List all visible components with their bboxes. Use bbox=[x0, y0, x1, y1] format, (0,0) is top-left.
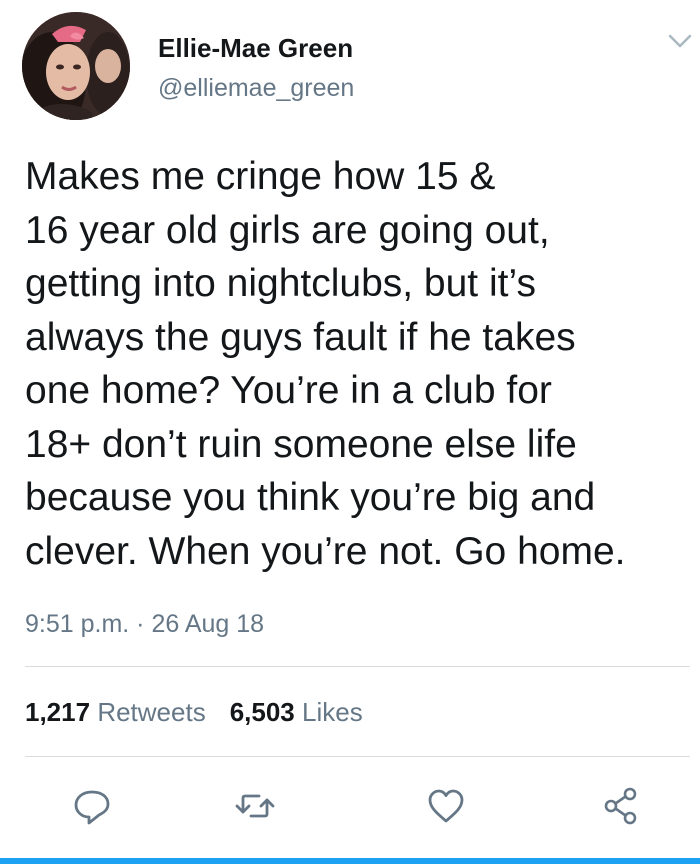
avatar[interactable] bbox=[22, 12, 130, 120]
retweets-label: Retweets bbox=[97, 697, 206, 727]
tweet-text-line: one home? You’re in a club for bbox=[25, 369, 552, 412]
tweet-text-line: always the guys fault if he takes bbox=[25, 315, 576, 359]
share-icon[interactable] bbox=[600, 784, 644, 828]
divider bbox=[25, 666, 690, 667]
user-handle[interactable]: @elliemae_green bbox=[158, 74, 354, 103]
timestamp-separator: · bbox=[129, 610, 152, 638]
heart-icon[interactable] bbox=[424, 784, 468, 828]
tweet-text-line: getting into nightclubs, but it’s bbox=[25, 262, 536, 305]
likes-count: 6,503 bbox=[229, 697, 295, 727]
tweet-time: 9:51 p.m. bbox=[25, 610, 130, 638]
reply-icon[interactable] bbox=[70, 784, 114, 828]
likes-stat[interactable]: 6,503 Likes bbox=[230, 697, 363, 727]
retweets-count: 1,217 bbox=[25, 697, 91, 727]
tweet-text-line: Makes me cringe how 15 & bbox=[25, 155, 496, 198]
tweet-text: Makes me cringe how 15 & 16 year old gir… bbox=[25, 150, 690, 578]
tweet-text-line: 16 year old girls are going out, bbox=[25, 208, 550, 252]
engagement-stats: 1,217 Retweets 6,503 Likes bbox=[25, 697, 363, 728]
tweet-text-line: clever. When you’re not. Go home. bbox=[25, 529, 626, 573]
divider bbox=[25, 756, 690, 757]
tweet-timestamp[interactable]: 9:51 p.m. · 26 Aug 18 bbox=[25, 610, 264, 639]
tweet-text-line: 18+ don’t ruin someone else life bbox=[25, 422, 577, 466]
tweet-text-line: because you think you’re big and bbox=[25, 476, 596, 519]
bottom-accent-bar bbox=[0, 858, 700, 864]
display-name[interactable]: Ellie-Mae Green bbox=[158, 33, 353, 64]
retweets-stat[interactable]: 1,217 Retweets bbox=[25, 697, 206, 727]
tweet-card: Ellie-Mae Green @elliemae_green Makes me… bbox=[0, 0, 700, 864]
likes-label: Likes bbox=[302, 697, 363, 727]
avatar-photo bbox=[22, 12, 130, 120]
chevron-down-icon[interactable] bbox=[666, 30, 694, 52]
tweet-date: 26 Aug 18 bbox=[151, 610, 265, 638]
retweet-icon[interactable] bbox=[233, 784, 277, 828]
